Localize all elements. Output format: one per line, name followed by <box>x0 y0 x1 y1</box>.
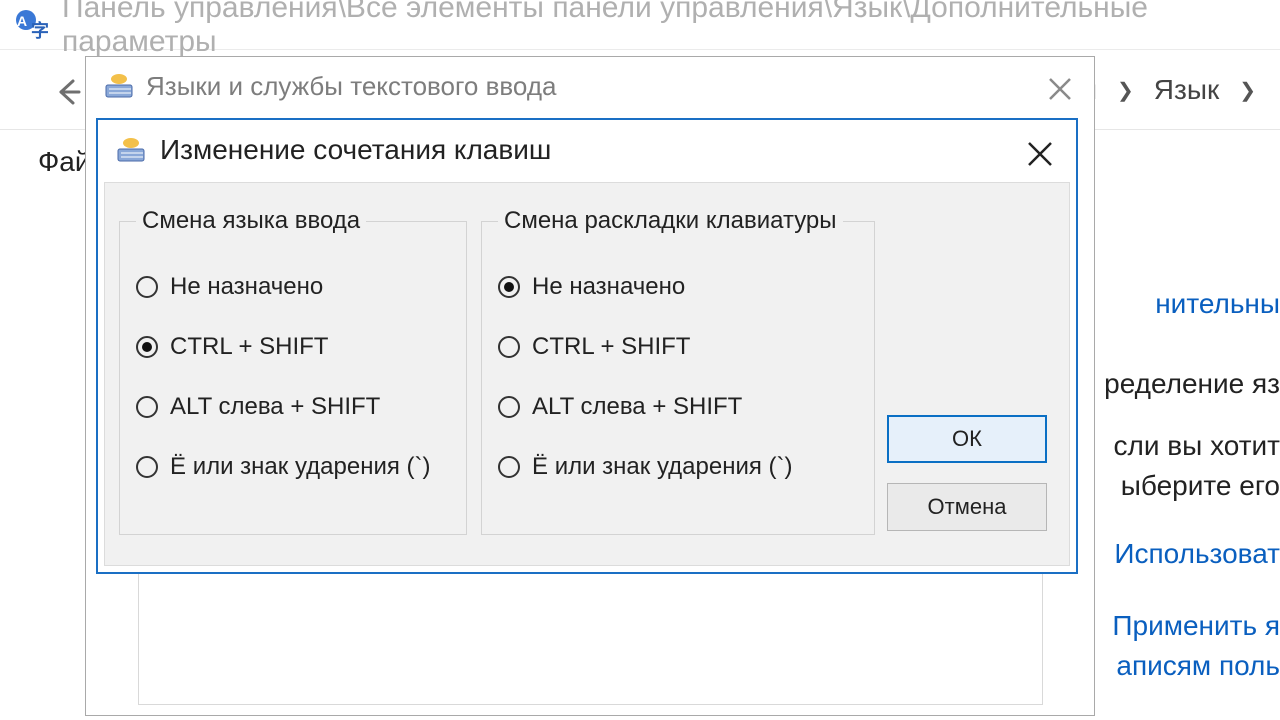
banner: 字 A Панель управления\Все элементы панел… <box>0 0 1280 50</box>
rh-text-1: нительны <box>1155 288 1280 320</box>
radio-label: Не назначено <box>532 273 685 301</box>
rh-text-5[interactable]: Использоват <box>1114 538 1280 570</box>
rh-text-6[interactable]: Применить я <box>1112 610 1280 642</box>
keyboard-icon <box>116 137 146 163</box>
dialog2-titlebar: Изменение сочетания клавиш <box>98 120 1076 180</box>
radio-label: ALT слева + SHIFT <box>170 393 380 421</box>
radio-g2-opt1[interactable]: CTRL + SHIFT <box>498 317 858 377</box>
dialog-change-hotkeys: Изменение сочетания клавиш Смена языка в… <box>96 118 1078 574</box>
dialog2-title: Изменение сочетания клавиш <box>160 134 551 166</box>
breadcrumb-item-lang[interactable]: Язык <box>1154 74 1219 106</box>
svg-text:A: A <box>17 13 27 29</box>
radio-label: Ё или знак ударения (`) <box>532 453 793 481</box>
dialog1-titlebar: Языки и службы текстового ввода <box>86 57 1094 115</box>
radio-icon <box>498 396 520 418</box>
keyboard-icon <box>104 73 134 99</box>
rh-text-7[interactable]: аписям поль <box>1116 650 1280 682</box>
radio-icon <box>136 336 158 358</box>
radio-icon <box>498 276 520 298</box>
radio-g1-opt2[interactable]: ALT слева + SHIFT <box>136 377 450 437</box>
radio-icon <box>498 336 520 358</box>
dialog2-body: Смена языка ввода Не назначено CTRL + SH… <box>104 182 1070 566</box>
chevron-right-icon: ❯ <box>1239 78 1256 103</box>
radio-label: Не назначено <box>170 273 323 301</box>
group-input-language: Смена языка ввода Не назначено CTRL + SH… <box>119 207 467 535</box>
radio-label: CTRL + SHIFT <box>170 333 328 361</box>
group1-legend: Смена языка ввода <box>136 207 366 235</box>
svg-text:字: 字 <box>31 20 48 41</box>
rh-text-3: сли вы хотит <box>1114 430 1280 462</box>
breadcrumb: я ❯ Язык ❯ <box>1082 68 1280 112</box>
group-keyboard-layout: Смена раскладки клавиатуры Не назначено … <box>481 207 875 535</box>
ok-button[interactable]: ОК <box>887 415 1047 463</box>
group2-legend: Смена раскладки клавиатуры <box>498 207 843 235</box>
dialog1-title: Языки и службы текстового ввода <box>146 71 556 102</box>
back-button[interactable] <box>48 72 88 112</box>
cancel-button[interactable]: Отмена <box>887 483 1047 531</box>
radio-label: Ё или знак ударения (`) <box>170 453 431 481</box>
radio-icon <box>136 276 158 298</box>
radio-label: ALT слева + SHIFT <box>532 393 742 421</box>
rh-text-4: ыберите его <box>1121 470 1280 502</box>
radio-icon <box>136 456 158 478</box>
rh-text-2: ределение яз <box>1104 368 1280 400</box>
radio-g1-opt3[interactable]: Ё или знак ударения (`) <box>136 437 450 497</box>
radio-g1-opt0[interactable]: Не назначено <box>136 257 450 317</box>
radio-g2-opt0[interactable]: Не назначено <box>498 257 858 317</box>
dialog2-close-button[interactable] <box>1020 134 1060 174</box>
menu-file[interactable]: Фай <box>38 146 91 178</box>
radio-g2-opt3[interactable]: Ё или знак ударения (`) <box>498 437 858 497</box>
chevron-right-icon: ❯ <box>1117 78 1134 103</box>
language-globe-icon: 字 A <box>14 8 48 42</box>
radio-g2-opt2[interactable]: ALT слева + SHIFT <box>498 377 858 437</box>
radio-label: CTRL + SHIFT <box>532 333 690 361</box>
radio-g1-opt1[interactable]: CTRL + SHIFT <box>136 317 450 377</box>
dialog1-close-button[interactable] <box>1040 69 1080 109</box>
radio-icon <box>136 396 158 418</box>
radio-icon <box>498 456 520 478</box>
